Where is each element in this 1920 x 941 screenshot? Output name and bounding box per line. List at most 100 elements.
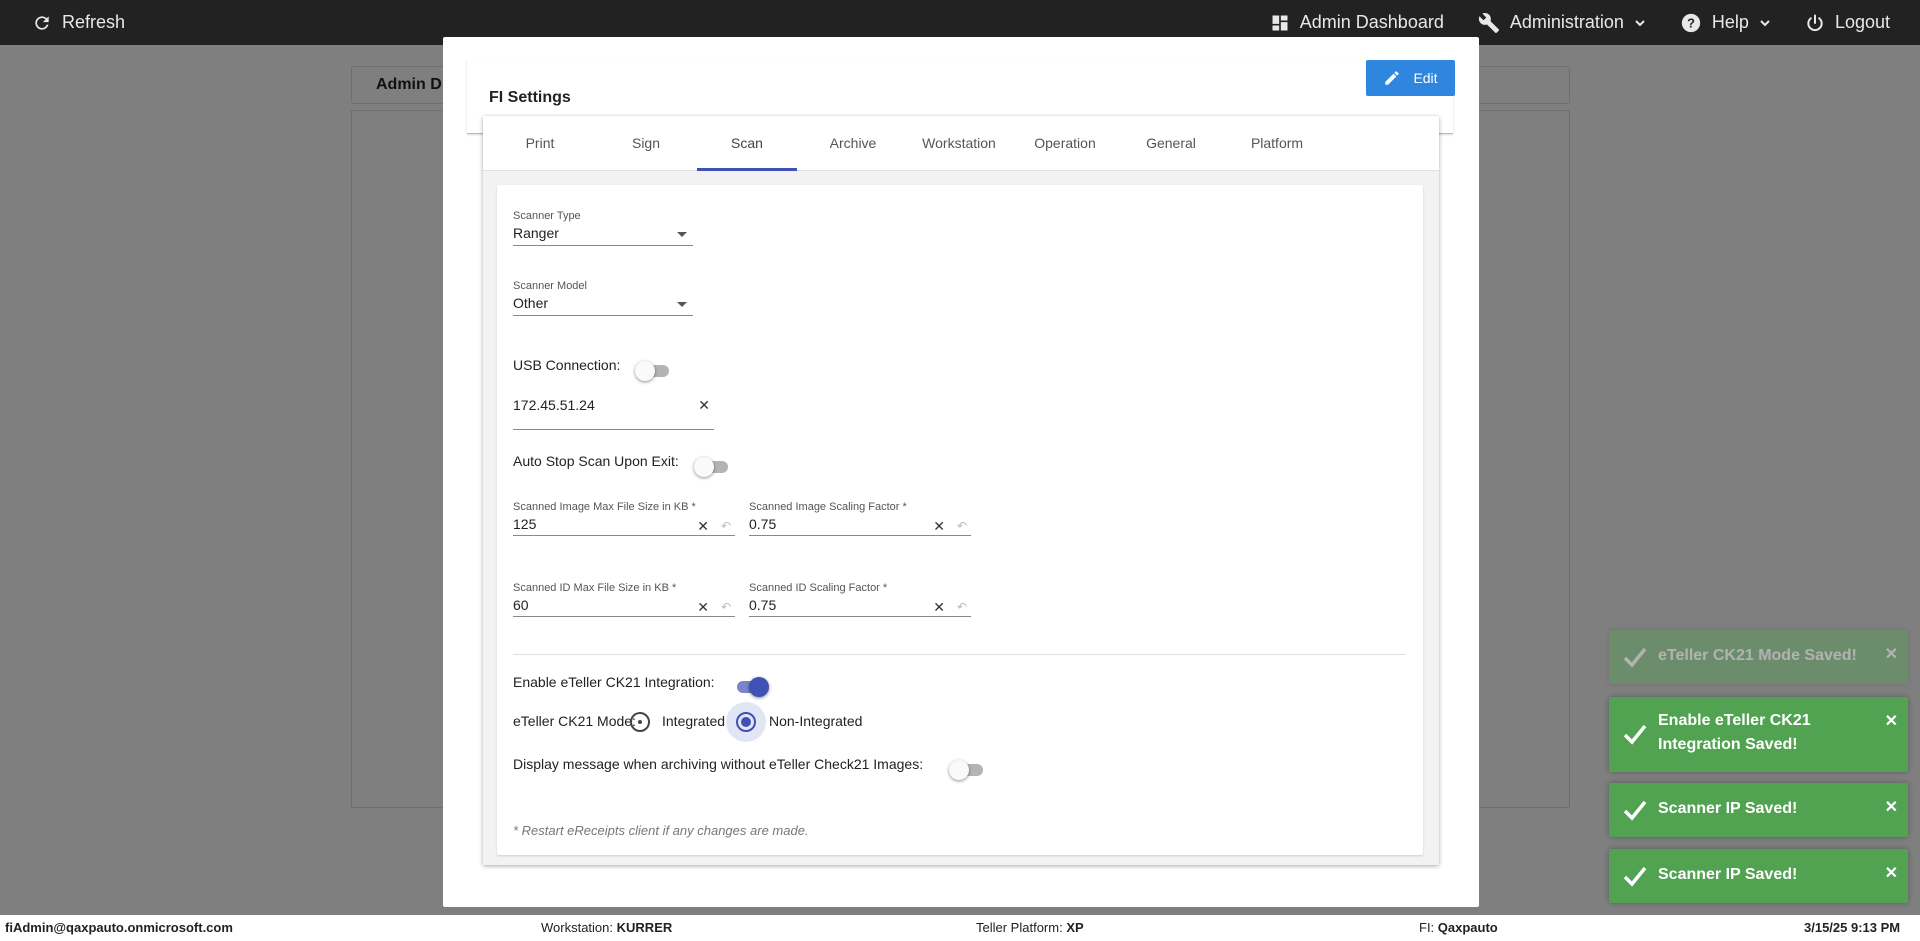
- image-scaling-label: Scanned Image Scaling Factor *: [749, 501, 907, 513]
- image-scaling-input[interactable]: Scanned Image Scaling Factor * 0.75 ✕ ↶: [749, 501, 971, 536]
- dropdown-arrow-icon: [677, 302, 687, 307]
- image-max-size-label: Scanned Image Max File Size in KB *: [513, 501, 696, 513]
- clear-icon[interactable]: ✕: [933, 518, 945, 535]
- footer-datetime: 3/15/25 9:13 PM: [1804, 920, 1900, 935]
- display-message-label: Display message when archiving without e…: [513, 756, 924, 772]
- footer-workstation: Workstation: KURRER: [541, 920, 672, 935]
- settings-tab-card: Print Sign Scan Archive Workstation Oper…: [483, 116, 1439, 865]
- footer-platform: Teller Platform: XP: [976, 920, 1084, 935]
- ck21-mode-label: eTeller CK21 Mode:: [513, 713, 636, 729]
- toast-message: Scanner IP Saved!: [1658, 866, 1798, 883]
- undo-icon[interactable]: ↶: [957, 519, 967, 533]
- scan-settings-panel: Scanner Type Ranger Scanner Model Other …: [497, 185, 1423, 855]
- toast-scanner-ip-saved[interactable]: Scanner IP Saved! ✕: [1609, 783, 1908, 837]
- dropdown-arrow-icon: [677, 232, 687, 237]
- dashboard-icon: [1272, 15, 1288, 30]
- toast-message: Scanner IP Saved!: [1658, 800, 1798, 817]
- undo-icon[interactable]: ↶: [957, 600, 967, 614]
- footer-platform-label: Teller Platform:: [976, 920, 1063, 935]
- image-max-size-input[interactable]: Scanned Image Max File Size in KB * 125 …: [513, 501, 735, 536]
- toggle-knob: [635, 361, 655, 381]
- tab-archive[interactable]: Archive: [803, 116, 903, 171]
- modal-title: FI Settings: [489, 89, 571, 106]
- chevron-down-icon: [1635, 19, 1645, 26]
- radio-integrated[interactable]: [630, 712, 650, 732]
- svg-text:?: ?: [1687, 15, 1695, 30]
- undo-icon[interactable]: ↶: [721, 600, 731, 614]
- clear-icon[interactable]: ✕: [698, 397, 710, 414]
- edit-label: Edit: [1413, 70, 1438, 86]
- help-icon: ?: [1681, 13, 1701, 32]
- admin-dashboard-label: Admin Dashboard: [1299, 12, 1444, 32]
- footer-fi: FI: Qaxpauto: [1419, 920, 1498, 935]
- help-menu[interactable]: ? Help: [1680, 12, 1771, 34]
- toast-ck21-mode-saved[interactable]: eTeller CK21 Mode Saved! ✕: [1609, 630, 1908, 684]
- radio-integrated-label[interactable]: Integrated: [662, 713, 725, 729]
- scanner-type-select[interactable]: Scanner Type Ranger: [513, 210, 693, 246]
- logout-label: Logout: [1834, 12, 1890, 32]
- radio-non-integrated[interactable]: [736, 712, 756, 732]
- radio-dot: [741, 717, 751, 727]
- tab-general[interactable]: General: [1121, 116, 1221, 171]
- tab-platform[interactable]: Platform: [1227, 116, 1327, 171]
- wrench-icon: [1478, 12, 1499, 33]
- footer-user-email: fiAdmin@qaxpauto.onmicrosoft.com: [5, 920, 233, 935]
- logout-button[interactable]: Logout: [1805, 12, 1890, 33]
- close-icon[interactable]: ✕: [1885, 644, 1898, 664]
- refresh-icon: [35, 15, 49, 30]
- toggle-knob: [949, 760, 969, 780]
- close-icon[interactable]: ✕: [1885, 863, 1898, 883]
- id-scaling-label: Scanned ID Scaling Factor *: [749, 582, 888, 594]
- toggle-knob: [749, 677, 769, 697]
- tab-scan[interactable]: Scan: [697, 116, 797, 171]
- scanner-ip-input[interactable]: 172.45.51.24 ✕: [513, 395, 714, 430]
- administration-label: Administration: [1509, 12, 1624, 32]
- admin-dashboard-link[interactable]: Admin Dashboard: [1270, 12, 1444, 33]
- pencil-icon: [1385, 71, 1400, 85]
- enable-ck21-toggle[interactable]: [733, 677, 769, 697]
- edit-button[interactable]: Edit: [1366, 60, 1455, 96]
- tab-sign[interactable]: Sign: [596, 116, 696, 171]
- restart-note: * Restart eReceipts client if any change…: [513, 823, 809, 838]
- close-icon[interactable]: ✕: [1885, 711, 1898, 731]
- check-icon: [1623, 647, 1647, 668]
- refresh-button[interactable]: Refresh: [32, 0, 125, 45]
- auto-stop-toggle[interactable]: [694, 457, 730, 477]
- display-message-toggle[interactable]: [949, 760, 985, 780]
- footer-user: fiAdmin@qaxpauto.onmicrosoft.com: [5, 920, 233, 935]
- usb-connection-toggle[interactable]: [635, 361, 671, 381]
- power-icon: [1807, 14, 1823, 31]
- tab-operation[interactable]: Operation: [1015, 116, 1115, 171]
- auto-stop-label: Auto Stop Scan Upon Exit:: [513, 453, 679, 469]
- toast-message: eTeller CK21 Mode Saved!: [1658, 647, 1857, 664]
- footer-workstation-label: Workstation:: [541, 920, 614, 935]
- toggle-knob: [694, 457, 714, 477]
- clear-icon[interactable]: ✕: [697, 599, 709, 616]
- toast-scanner-ip-saved[interactable]: Scanner IP Saved! ✕: [1609, 849, 1908, 903]
- id-scaling-input[interactable]: Scanned ID Scaling Factor * 0.75 ✕ ↶: [749, 582, 971, 617]
- undo-icon[interactable]: ↶: [721, 519, 731, 533]
- clear-icon[interactable]: ✕: [697, 518, 709, 535]
- scanner-type-label: Scanner Type: [513, 210, 581, 222]
- footer-fi-value: Qaxpauto: [1437, 920, 1498, 935]
- tab-content-area: Scanner Type Ranger Scanner Model Other …: [483, 171, 1439, 865]
- check-icon: [1623, 866, 1647, 887]
- refresh-label: Refresh: [62, 12, 126, 32]
- footer-fi-label: FI:: [1419, 920, 1435, 935]
- administration-menu[interactable]: Administration: [1478, 12, 1646, 34]
- close-icon[interactable]: ✕: [1885, 797, 1898, 817]
- scanner-type-value: Ranger: [513, 225, 559, 241]
- footer-datetime-value: 3/15/25 9:13 PM: [1804, 920, 1901, 935]
- scanner-ip-value: 172.45.51.24: [513, 397, 595, 413]
- status-footer: fiAdmin@qaxpauto.onmicrosoft.com Worksta…: [0, 915, 1920, 941]
- tab-print[interactable]: Print: [490, 116, 590, 171]
- settings-tabs: Print Sign Scan Archive Workstation Oper…: [483, 116, 1439, 171]
- scanner-model-select[interactable]: Scanner Model Other: [513, 280, 693, 316]
- help-label: Help: [1711, 12, 1749, 32]
- radio-non-integrated-label[interactable]: Non-Integrated: [769, 713, 862, 729]
- chevron-down-icon: [1760, 19, 1770, 26]
- tab-workstation[interactable]: Workstation: [909, 116, 1009, 171]
- id-max-size-input[interactable]: Scanned ID Max File Size in KB * 60 ✕ ↶: [513, 582, 735, 617]
- clear-icon[interactable]: ✕: [933, 599, 945, 616]
- toast-enable-ck21-saved[interactable]: Enable eTeller CK21 Integration Saved! ✕: [1609, 697, 1908, 772]
